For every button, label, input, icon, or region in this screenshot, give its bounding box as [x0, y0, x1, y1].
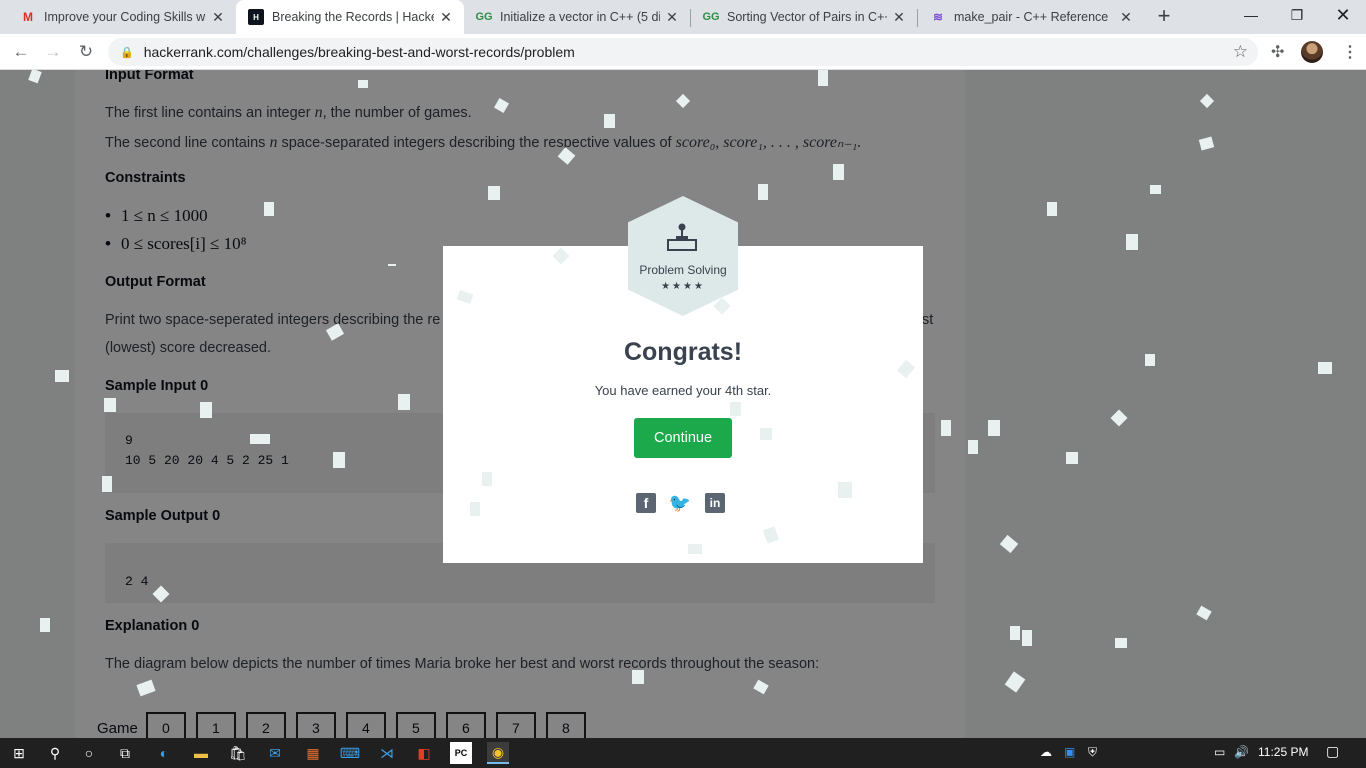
close-icon[interactable]: ✕ — [891, 9, 907, 25]
tab-title: make_pair - C++ Reference — [954, 10, 1109, 24]
office-icon[interactable]: ◧ — [413, 742, 435, 764]
facebook-icon[interactable]: f — [636, 493, 656, 513]
geeksforgeeks-icon: GG — [475, 11, 493, 23]
tab-cplusplus[interactable]: ≋ make_pair - C++ Reference ✕ — [918, 0, 1144, 34]
windows-start-icon[interactable]: ⊞ — [8, 742, 30, 764]
network-icon[interactable]: ▭ — [1214, 745, 1225, 759]
continue-button[interactable]: Continue — [634, 418, 732, 458]
store-icon[interactable]: 🛍 — [227, 742, 249, 764]
task-view-icon[interactable]: ⧉ — [114, 742, 136, 764]
tab-gmail[interactable]: M Improve your Coding Skills with ✕ — [8, 0, 236, 34]
edge-icon[interactable]: ◐ — [153, 742, 175, 764]
congrats-heading: Congrats! — [623, 338, 743, 366]
close-icon[interactable]: ✕ — [1118, 9, 1134, 25]
close-icon[interactable]: ✕ — [210, 9, 226, 25]
office-apps-icon[interactable]: ▦ — [302, 742, 324, 764]
address-bar[interactable]: 🔒 hackerrank.com/challenges/breaking-bes… — [108, 38, 1258, 66]
cortana-icon[interactable]: ○ — [78, 742, 100, 764]
linkedin-icon[interactable]: in — [705, 493, 725, 513]
tab-gfg-sorting[interactable]: GG Sorting Vector of Pairs in C++ | ✕ — [691, 0, 917, 34]
hackerrank-icon: H — [248, 9, 264, 25]
close-icon[interactable]: ✕ — [664, 9, 680, 25]
bookmark-star-icon[interactable]: ☆ — [1233, 42, 1248, 62]
twitter-icon[interactable]: 🐦 — [669, 493, 691, 513]
onedrive-icon[interactable]: ☁ — [1040, 745, 1052, 759]
chrome-icon[interactable]: ◉ — [487, 742, 509, 764]
windows-taskbar: ⊞ ⚲ ○ ⧉ ◐ ▬ 🛍 ✉ ▦ ⌨ ⋊ ◧ PC ◉ ☁ ▣ ⛨ ▭ 🔊 1… — [0, 738, 1366, 768]
congrats-message: You have earned your 4th star. — [594, 383, 772, 398]
restore-button[interactable]: ❐ — [1274, 0, 1320, 30]
back-button[interactable]: ← — [8, 39, 34, 65]
cplusplus-icon: ≋ — [932, 10, 944, 24]
close-window-button[interactable]: ✕ — [1320, 0, 1366, 30]
pycharm-icon[interactable]: PC — [450, 742, 472, 764]
new-tab-button[interactable]: + — [1152, 5, 1176, 29]
minimize-button[interactable]: — — [1228, 0, 1274, 30]
browser-toolbar: ← → ↻ 🔒 hackerrank.com/challenges/breaki… — [0, 34, 1366, 70]
tab-title: Breaking the Records | HackerR — [272, 10, 434, 24]
notifications-icon[interactable]: ▢ — [1326, 743, 1339, 760]
keyboard-icon[interactable]: ⌨ — [339, 742, 361, 764]
close-icon[interactable]: ✕ — [438, 9, 454, 25]
file-explorer-icon[interactable]: ▬ — [190, 742, 212, 764]
gmail-icon: M — [23, 10, 33, 24]
badge-stars: ★★★★ — [661, 281, 705, 292]
joystick-icon — [667, 223, 697, 251]
security-icon[interactable]: ⛨ — [1088, 745, 1097, 760]
zoom-icon[interactable]: ▣ — [1064, 745, 1075, 759]
menu-icon[interactable]: ⋮ — [1342, 42, 1358, 62]
forward-button[interactable]: → — [40, 39, 66, 65]
clock-time[interactable]: 11:25 PM — [1258, 745, 1308, 759]
url-text: hackerrank.com/challenges/breaking-best-… — [143, 44, 575, 60]
geeksforgeeks-icon: GG — [702, 11, 720, 23]
lock-icon: 🔒 — [120, 46, 134, 59]
tab-gfg-vector[interactable]: GG Initialize a vector in C++ (5 diff ✕ — [464, 0, 690, 34]
tab-hackerrank[interactable]: H Breaking the Records | HackerR ✕ — [236, 0, 464, 34]
profile-avatar[interactable] — [1301, 41, 1323, 63]
extensions-icon[interactable]: ✣ — [1271, 42, 1284, 62]
tab-title: Improve your Coding Skills with — [44, 10, 206, 24]
tab-strip: M Improve your Coding Skills with ✕ H Br… — [0, 0, 1366, 34]
tab-title: Initialize a vector in C++ (5 diff — [500, 10, 660, 24]
badge-title: Problem Solving — [639, 263, 727, 277]
volume-icon[interactable]: 🔊 — [1234, 745, 1249, 759]
reload-button[interactable]: ↻ — [73, 39, 99, 65]
tab-title: Sorting Vector of Pairs in C++ | — [727, 10, 887, 24]
search-icon[interactable]: ⚲ — [44, 742, 66, 764]
mail-icon[interactable]: ✉ — [264, 742, 286, 764]
vscode-icon[interactable]: ⋊ — [376, 742, 398, 764]
